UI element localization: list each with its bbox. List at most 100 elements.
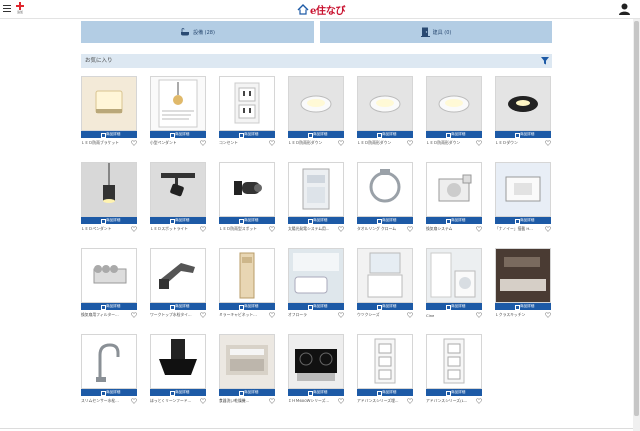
favorite-heart-icon[interactable]: [131, 398, 137, 404]
product-card[interactable]: 商品詳細 アドバンスシリーズ(L...: [426, 334, 482, 416]
product-detail-button[interactable]: 商品詳細: [150, 217, 206, 224]
favorite-heart-icon[interactable]: [200, 226, 206, 232]
product-image[interactable]: [81, 162, 137, 217]
product-card[interactable]: 商品詳細 ＩＨＭ600Ｗシリーズ...: [288, 334, 344, 416]
favorite-heart-icon[interactable]: [545, 226, 551, 232]
product-card[interactable]: 商品詳細 ＬＥＤペンダント: [81, 162, 137, 244]
product-card[interactable]: 商品詳細 小型ペンダント: [150, 76, 206, 158]
product-image[interactable]: [150, 334, 206, 389]
product-detail-button[interactable]: 商品詳細: [357, 303, 413, 310]
favorite-heart-icon[interactable]: [338, 312, 344, 318]
product-image[interactable]: [288, 76, 344, 131]
product-card[interactable]: 商品詳細 スリムセンサー水栓...: [81, 334, 137, 416]
product-image[interactable]: [357, 334, 413, 389]
favorite-heart-icon[interactable]: [200, 140, 206, 146]
product-detail-button[interactable]: 商品詳細: [288, 217, 344, 224]
product-image[interactable]: [219, 76, 275, 131]
product-card[interactable]: 商品詳細 ウツクシーズ: [357, 248, 413, 330]
product-detail-button[interactable]: 商品詳細: [81, 389, 137, 396]
product-image[interactable]: [288, 334, 344, 389]
product-detail-button[interactable]: 商品詳細: [357, 131, 413, 138]
product-detail-button[interactable]: 商品詳細: [426, 217, 482, 224]
product-card[interactable]: 商品詳細 コンセント: [219, 76, 275, 158]
product-detail-button[interactable]: 商品詳細: [219, 217, 275, 224]
product-image[interactable]: [426, 248, 482, 303]
product-detail-button[interactable]: 商品詳細: [495, 217, 551, 224]
product-detail-button[interactable]: 商品詳細: [219, 303, 275, 310]
favorite-heart-icon[interactable]: [545, 312, 551, 318]
product-detail-button[interactable]: 商品詳細: [81, 217, 137, 224]
product-card[interactable]: 商品詳細 ＬＥＤ防雨形ダウン: [288, 76, 344, 158]
product-detail-button[interactable]: 商品詳細: [150, 389, 206, 396]
favorite-heart-icon[interactable]: [269, 312, 275, 318]
product-image[interactable]: [426, 76, 482, 131]
product-detail-button[interactable]: 商品詳細: [288, 131, 344, 138]
product-detail-button[interactable]: 商品詳細: [426, 389, 482, 396]
product-image[interactable]: [426, 162, 482, 217]
favorite-heart-icon[interactable]: [476, 140, 482, 146]
product-card[interactable]: 商品詳細 ＬＥＤダウン: [495, 76, 551, 158]
product-image[interactable]: [357, 76, 413, 131]
product-card[interactable]: 商品詳細 ＬＥＤ防雨形ダウン: [426, 76, 482, 158]
favorite-heart-icon[interactable]: [476, 226, 482, 232]
product-card[interactable]: 商品詳細 換気扇用フィルター...: [81, 248, 137, 330]
product-image[interactable]: [495, 248, 551, 303]
product-card[interactable]: 商品詳細 ＬＥＤ防雨形ダウン: [357, 76, 413, 158]
product-card[interactable]: 商品詳細 Ｌクラスキッチン: [495, 248, 551, 330]
product-image[interactable]: [219, 162, 275, 217]
user-icon[interactable]: [619, 3, 630, 15]
product-image[interactable]: [150, 248, 206, 303]
favorite-heart-icon[interactable]: [407, 398, 413, 404]
scrollbar-thumb[interactable]: [634, 21, 639, 416]
product-detail-button[interactable]: 商品詳細: [426, 131, 482, 138]
product-image[interactable]: [81, 334, 137, 389]
product-image[interactable]: [150, 162, 206, 217]
product-image[interactable]: [288, 248, 344, 303]
product-image[interactable]: [219, 248, 275, 303]
product-image[interactable]: [81, 76, 137, 131]
product-detail-button[interactable]: 商品詳細: [288, 389, 344, 396]
product-card[interactable]: 商品詳細 ＬＥＤ防雨型スポット: [219, 162, 275, 244]
product-detail-button[interactable]: 商品詳細: [495, 303, 551, 310]
product-card[interactable]: 商品詳細 ほっとくリーンフード...: [150, 334, 206, 416]
favorite-heart-icon[interactable]: [338, 398, 344, 404]
product-image[interactable]: [495, 162, 551, 217]
favorite-heart-icon[interactable]: [545, 140, 551, 146]
product-card[interactable]: 商品詳細 ＬＥＤスポットライト: [150, 162, 206, 244]
product-card[interactable]: 商品詳細 アドバンスシリーズ埋...: [357, 334, 413, 416]
product-card[interactable]: 商品詳細 食器洗い乾燥機...: [219, 334, 275, 416]
product-card[interactable]: 商品詳細 太陽光発電システム用...: [288, 162, 344, 244]
product-detail-button[interactable]: 商品詳細: [357, 217, 413, 224]
product-detail-button[interactable]: 商品詳細: [288, 303, 344, 310]
add-button[interactable]: 追加: [15, 2, 25, 14]
product-card[interactable]: 商品詳細 ＬＥＤ防雨ブラケット: [81, 76, 137, 158]
product-card[interactable]: 商品詳細 「ナノイー」搭載 H...: [495, 162, 551, 244]
product-image[interactable]: [150, 76, 206, 131]
favorite-heart-icon[interactable]: [200, 398, 206, 404]
favorite-heart-icon[interactable]: [338, 226, 344, 232]
product-card[interactable]: 商品詳細 ミラーキャビネット...: [219, 248, 275, 330]
product-detail-button[interactable]: 商品詳細: [219, 131, 275, 138]
favorite-heart-icon[interactable]: [131, 140, 137, 146]
product-detail-button[interactable]: 商品詳細: [495, 131, 551, 138]
favorite-heart-icon[interactable]: [476, 312, 482, 318]
product-card[interactable]: 商品詳細 タオルリング クローム: [357, 162, 413, 244]
product-card[interactable]: 商品詳細 オフローラ: [288, 248, 344, 330]
favorite-heart-icon[interactable]: [200, 312, 206, 318]
favorite-heart-icon[interactable]: [269, 140, 275, 146]
product-detail-button[interactable]: 商品詳細: [219, 389, 275, 396]
product-detail-button[interactable]: 商品詳細: [357, 389, 413, 396]
favorite-heart-icon[interactable]: [338, 140, 344, 146]
favorite-heart-icon[interactable]: [131, 226, 137, 232]
favorite-heart-icon[interactable]: [476, 398, 482, 404]
product-image[interactable]: [81, 248, 137, 303]
product-card[interactable]: 商品詳細 換気扇システム: [426, 162, 482, 244]
hamburger-icon[interactable]: [3, 5, 11, 13]
filter-icon[interactable]: [541, 57, 549, 65]
product-card[interactable]: 商品詳細 Cine: [426, 248, 482, 330]
product-image[interactable]: [357, 248, 413, 303]
favorite-heart-icon[interactable]: [269, 398, 275, 404]
product-image[interactable]: [495, 76, 551, 131]
product-image[interactable]: [219, 334, 275, 389]
product-detail-button[interactable]: 商品詳細: [150, 131, 206, 138]
